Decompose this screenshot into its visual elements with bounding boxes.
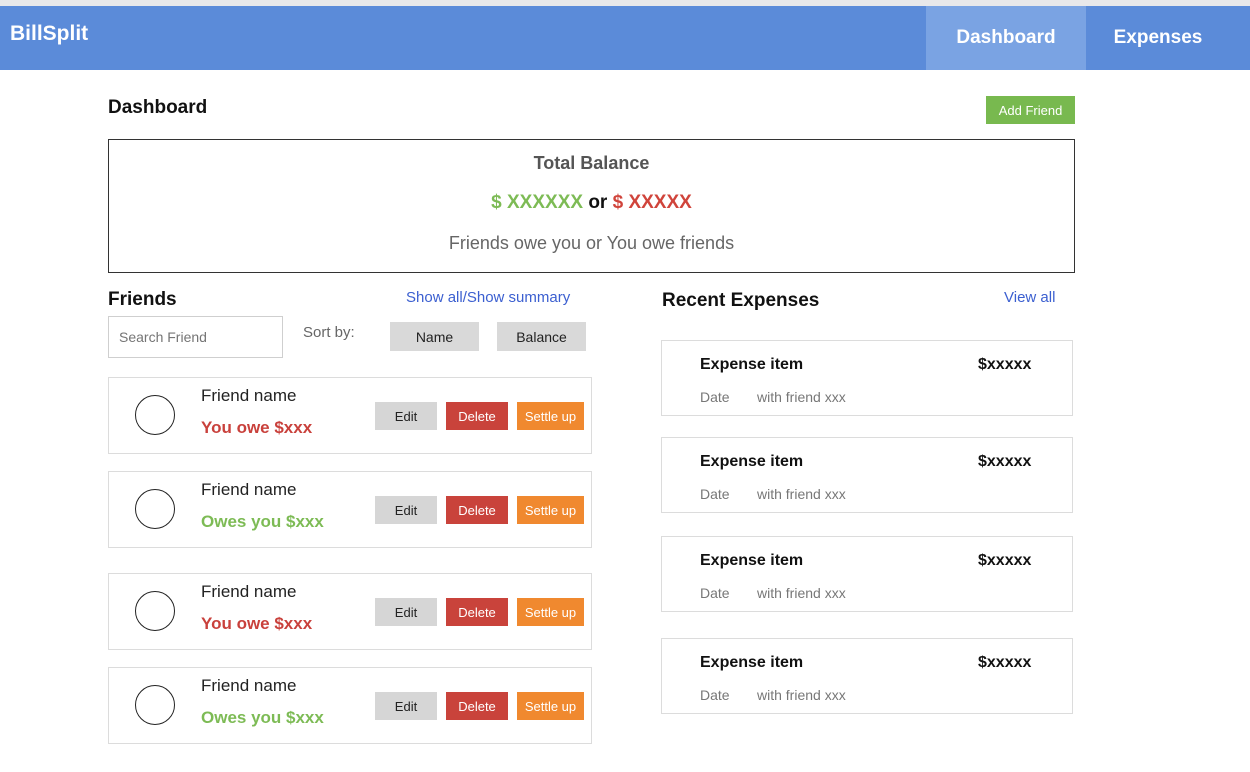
expense-item-title: Expense item [700,654,804,671]
view-all-link[interactable]: View all [1004,289,1055,306]
expense-date: Date [700,389,730,405]
recent-expenses-heading: Recent Expenses [662,290,820,311]
edit-button[interactable]: Edit [375,598,437,626]
edit-button[interactable]: Edit [375,692,437,720]
expense-date: Date [700,585,730,601]
friend-card: Friend name You owe $xxx Edit Delete Set… [108,377,592,454]
friend-name: Friend name [201,676,297,695]
settle-up-button[interactable]: Settle up [517,598,584,626]
you-owe-amount: $ XXXXX [612,192,692,213]
friend-card: Friend name You owe $xxx Edit Delete Set… [108,573,592,650]
settle-up-button[interactable]: Settle up [517,692,584,720]
expense-card[interactable]: Expense item $xxxxx Date with friend xxx [661,340,1073,416]
expense-card[interactable]: Expense item $xxxxx Date with friend xxx [661,536,1073,612]
balance-title: Total Balance [533,153,650,173]
expense-card[interactable]: Expense item $xxxxx Date with friend xxx [661,638,1073,714]
balance-caption: Friends owe you or You owe friends [448,233,735,253]
brand-logo[interactable]: BillSplit [10,22,88,46]
delete-button[interactable]: Delete [446,692,508,720]
friend-name: Friend name [201,480,297,499]
expense-card[interactable]: Expense item $xxxxx Date with friend xxx [661,437,1073,513]
owed-to-you-amount: $ XXXXXX [491,192,584,213]
delete-button[interactable]: Delete [446,598,508,626]
expense-item-title: Expense item [700,453,804,470]
settle-up-button[interactable]: Settle up [517,496,584,524]
friend-balance-status: Owes you $xxx [201,512,324,531]
friend-name: Friend name [201,386,297,405]
friend-balance-status: Owes you $xxx [201,708,324,727]
delete-button[interactable]: Delete [446,496,508,524]
balance-amounts: $ XXXXXX or $ XXXXX [109,192,1074,214]
avatar [135,685,175,725]
edit-button[interactable]: Edit [375,496,437,524]
expense-amount: $xxxxx [978,552,1032,569]
expense-amount: $xxxxx [978,356,1032,373]
expense-item-title: Expense item [700,552,804,569]
search-friend-input[interactable] [108,316,283,358]
friend-card: Friend name Owes you $xxx Edit Delete Se… [108,471,592,548]
expense-date: Date [700,486,730,502]
sort-by-name-button[interactable]: Name [390,322,479,351]
sort-label: Sort by: [303,324,355,341]
nav-expenses[interactable]: Expenses [1086,6,1230,70]
add-friend-button[interactable]: Add Friend [986,96,1075,124]
expense-item-title: Expense item [700,356,804,373]
friend-name: Friend name [201,582,297,601]
expense-with-friend: with friend xxx [757,585,846,601]
total-balance-card: Total Balance $ XXXXXX or $ XXXXX Friend… [108,139,1075,273]
page: BillSplit Dashboard Expenses Dashboard A… [0,0,1250,772]
page-title: Dashboard [108,97,208,118]
top-navbar: BillSplit Dashboard Expenses [0,6,1250,70]
delete-button[interactable]: Delete [446,402,508,430]
friend-balance-status: You owe $xxx [201,614,313,633]
avatar [135,395,175,435]
expense-with-friend: with friend xxx [757,687,846,703]
expense-amount: $xxxxx [978,654,1032,671]
avatar [135,591,175,631]
show-all-summary-link[interactable]: Show all/Show summary [406,289,570,306]
expense-date: Date [700,687,730,703]
balance-separator: or [588,192,608,213]
expense-with-friend: with friend xxx [757,486,846,502]
expense-amount: $xxxxx [978,453,1032,470]
edit-button[interactable]: Edit [375,402,437,430]
sort-by-balance-button[interactable]: Balance [497,322,586,351]
friend-card: Friend name Owes you $xxx Edit Delete Se… [108,667,592,744]
expense-with-friend: with friend xxx [757,389,846,405]
avatar [135,489,175,529]
nav-dashboard[interactable]: Dashboard [926,6,1086,70]
friends-heading: Friends [108,289,177,310]
friend-balance-status: You owe $xxx [201,418,313,437]
settle-up-button[interactable]: Settle up [517,402,584,430]
